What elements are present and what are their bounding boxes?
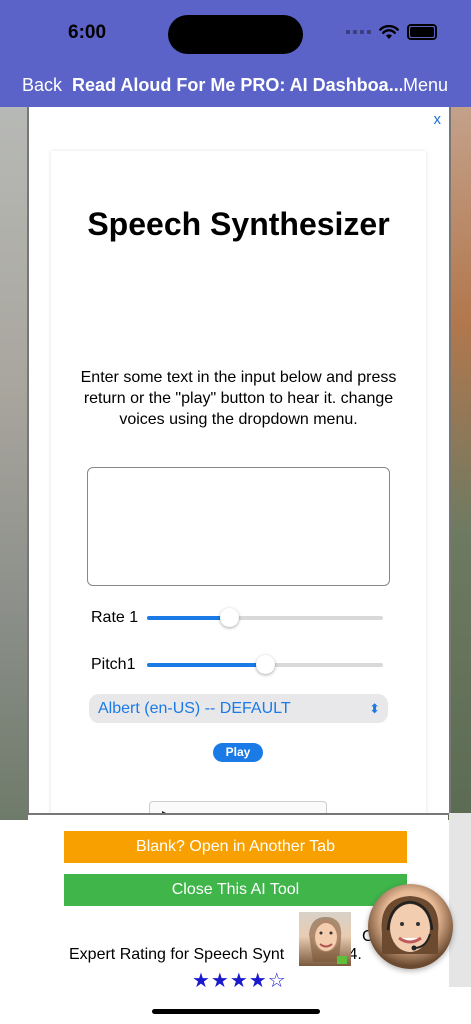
pitch-row: Pitch1 bbox=[91, 655, 383, 674]
assistant-headset-icon bbox=[381, 896, 439, 954]
chevron-up-down-icon: ⬍ bbox=[369, 701, 380, 716]
rate-slider[interactable] bbox=[147, 608, 383, 627]
pitch-slider-fill bbox=[147, 663, 265, 667]
close-modal-button[interactable]: x bbox=[434, 111, 442, 128]
wifi-icon bbox=[379, 24, 399, 39]
rate-slider-thumb[interactable] bbox=[220, 608, 240, 627]
speech-synthesizer-card: Speech Synthesizer Enter some text in th… bbox=[51, 151, 426, 813]
close-tool-button[interactable]: Close This AI Tool bbox=[64, 874, 407, 906]
speech-text-input[interactable] bbox=[87, 467, 390, 586]
home-indicator bbox=[152, 1009, 320, 1014]
pitch-label: Pitch1 bbox=[91, 656, 136, 673]
signal-icon bbox=[346, 30, 371, 34]
back-button[interactable]: Back bbox=[22, 75, 62, 96]
dynamic-island bbox=[168, 15, 303, 54]
pitch-slider[interactable] bbox=[147, 655, 383, 674]
voice-select-value: Albert (en-US) -- DEFAULT bbox=[98, 700, 291, 717]
status-time: 6:00 bbox=[68, 22, 107, 43]
battery-icon bbox=[407, 24, 437, 40]
play-button[interactable]: Play bbox=[213, 743, 263, 762]
rate-row: Rate 1 bbox=[91, 608, 383, 627]
background-image-right bbox=[448, 107, 471, 820]
pitch-slider-thumb[interactable] bbox=[255, 655, 275, 674]
menu-button[interactable]: Menu bbox=[403, 75, 448, 96]
background-image-left bbox=[0, 107, 28, 820]
rate-label: Rate 1 bbox=[91, 609, 139, 626]
card-description: Enter some text in the input below and p… bbox=[80, 369, 397, 428]
page-title: Read Aloud For Me PRO: AI Dashboa... bbox=[72, 75, 402, 95]
tool-modal: x Speech Synthesizer Enter some text in … bbox=[27, 107, 451, 815]
rate-slider-fill bbox=[147, 616, 230, 620]
cut-off-element: ▶ bbox=[149, 801, 327, 813]
assistant-face-icon bbox=[309, 916, 347, 964]
card-title: Speech Synthesizer bbox=[87, 206, 390, 242]
assistant-avatar-small[interactable] bbox=[299, 912, 351, 966]
voice-select[interactable]: Albert (en-US) -- DEFAULT ⬍ bbox=[89, 694, 388, 723]
assistant-avatar[interactable] bbox=[368, 884, 453, 969]
status-icons bbox=[346, 24, 437, 40]
top-bar: 6:00 Back Read Aloud For Me PRO: AI Dash… bbox=[0, 0, 471, 107]
bottom-area bbox=[0, 987, 471, 1024]
open-in-new-tab-button[interactable]: Blank? Open in Another Tab bbox=[64, 831, 407, 863]
